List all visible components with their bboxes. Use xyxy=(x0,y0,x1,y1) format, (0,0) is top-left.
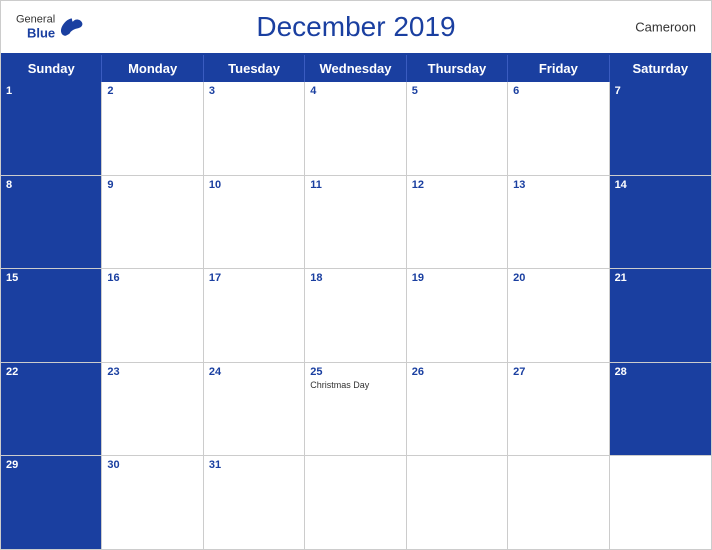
logo-wrapper: General Blue xyxy=(16,14,86,41)
day-number-0-1: 2 xyxy=(107,85,197,97)
day-cell-0-2: 3 xyxy=(204,82,305,175)
day-cell-4-6 xyxy=(610,456,711,549)
day-number-3-3: 25 xyxy=(310,366,400,378)
day-cell-3-0: 22 xyxy=(1,363,102,456)
day-cell-0-5: 6 xyxy=(508,82,609,175)
day-number-4-0: 29 xyxy=(6,459,96,471)
day-number-1-6: 14 xyxy=(615,179,706,191)
day-cell-1-0: 8 xyxy=(1,176,102,269)
month-title: December 2019 xyxy=(256,11,455,43)
calendar-grid: Sunday Monday Tuesday Wednesday Thursday… xyxy=(1,53,711,549)
weeks-container: 1234567891011121314151617181920212223242… xyxy=(1,82,711,549)
day-cell-3-4: 26 xyxy=(407,363,508,456)
header-friday: Friday xyxy=(508,55,609,82)
day-number-0-2: 3 xyxy=(209,85,299,97)
week-row-2: 89 10 11 12 13 14 xyxy=(1,176,711,270)
day-cell-1-3: 11 xyxy=(305,176,406,269)
day-cell-3-3: 25 Christmas Day xyxy=(305,363,406,456)
day-cell-3-2: 24 xyxy=(204,363,305,456)
day-number-2-3: 18 xyxy=(310,272,400,284)
day-number-3-0: 22 xyxy=(6,366,96,378)
day-headers-row: Sunday Monday Tuesday Wednesday Thursday… xyxy=(1,55,711,82)
day-cell-0-0: 1 xyxy=(1,82,102,175)
header-saturday: Saturday xyxy=(610,55,711,82)
day-number-0-6: 7 xyxy=(615,85,706,97)
day-cell-2-5: 20 xyxy=(508,269,609,362)
day-cell-0-4: 5 xyxy=(407,82,508,175)
calendar-header: General Blue December 2019 Cameroon xyxy=(1,1,711,53)
day-cell-0-6: 7 xyxy=(610,82,711,175)
day-cell-2-2: 17 xyxy=(204,269,305,362)
day-cell-4-3 xyxy=(305,456,406,549)
day-cell-4-1: 30 xyxy=(102,456,203,549)
logo-text: General Blue xyxy=(16,14,55,41)
logo-bird-icon xyxy=(58,16,86,38)
day-cell-0-1: 2 xyxy=(102,82,203,175)
calendar-container: General Blue December 2019 Cameroon Sund… xyxy=(0,0,712,550)
day-number-0-3: 4 xyxy=(310,85,400,97)
day-number-2-4: 19 xyxy=(412,272,502,284)
day-cell-3-6: 28 xyxy=(610,363,711,456)
header-monday: Monday xyxy=(102,55,203,82)
day-number-3-6: 28 xyxy=(615,366,706,378)
header-tuesday: Tuesday xyxy=(204,55,305,82)
logo-area: General Blue xyxy=(16,14,86,41)
header-thursday: Thursday xyxy=(407,55,508,82)
day-number-0-5: 6 xyxy=(513,85,603,97)
country-label: Cameroon xyxy=(635,20,696,35)
day-cell-4-4 xyxy=(407,456,508,549)
week-row-5: 29 30 31 xyxy=(1,456,711,549)
holiday-label-3-3: Christmas Day xyxy=(310,380,400,390)
day-cell-2-6: 21 xyxy=(610,269,711,362)
day-cell-4-5 xyxy=(508,456,609,549)
day-number-4-2: 31 xyxy=(209,459,299,471)
day-cell-4-0: 29 xyxy=(1,456,102,549)
day-number-1-3: 11 xyxy=(310,179,400,191)
day-number-2-1: 16 xyxy=(107,272,197,284)
day-number-0-0: 1 xyxy=(6,85,96,97)
day-cell-2-3: 18 xyxy=(305,269,406,362)
day-cell-1-6: 14 xyxy=(610,176,711,269)
day-number-1-5: 13 xyxy=(513,179,603,191)
day-number-0-4: 5 xyxy=(412,85,502,97)
day-cell-4-2: 31 xyxy=(204,456,305,549)
day-number-2-5: 20 xyxy=(513,272,603,284)
header-wednesday: Wednesday xyxy=(305,55,406,82)
day-number-3-2: 24 xyxy=(209,366,299,378)
day-number-3-4: 26 xyxy=(412,366,502,378)
day-cell-0-3: 4 xyxy=(305,82,406,175)
week-row-4: 22 23 24 25 Christmas Day 26 27 28 xyxy=(1,363,711,457)
header-sunday: Sunday xyxy=(1,55,102,82)
day-number-3-5: 27 xyxy=(513,366,603,378)
day-cell-3-5: 27 xyxy=(508,363,609,456)
day-cell-2-1: 16 xyxy=(102,269,203,362)
day-cell-1-5: 13 xyxy=(508,176,609,269)
logo-blue: Blue xyxy=(27,26,55,41)
day-number-2-6: 21 xyxy=(615,272,706,284)
day-cell-1-1: 9 xyxy=(102,176,203,269)
day-number-1-0: 8 xyxy=(6,179,96,191)
day-cell-2-4: 19 xyxy=(407,269,508,362)
day-cell-3-1: 23 xyxy=(102,363,203,456)
day-number-1-1: 9 xyxy=(107,179,197,191)
day-cell-2-0: 15 xyxy=(1,269,102,362)
day-cell-1-4: 12 xyxy=(407,176,508,269)
week-row-3: 15 16 17 18 19 20 21 xyxy=(1,269,711,363)
day-cell-1-2: 10 xyxy=(204,176,305,269)
day-number-4-1: 30 xyxy=(107,459,197,471)
week-row-1: 1234567 xyxy=(1,82,711,176)
logo-general: General xyxy=(16,14,55,26)
day-number-1-4: 12 xyxy=(412,179,502,191)
day-number-1-2: 10 xyxy=(209,179,299,191)
day-number-2-2: 17 xyxy=(209,272,299,284)
day-number-2-0: 15 xyxy=(6,272,96,284)
day-number-3-1: 23 xyxy=(107,366,197,378)
